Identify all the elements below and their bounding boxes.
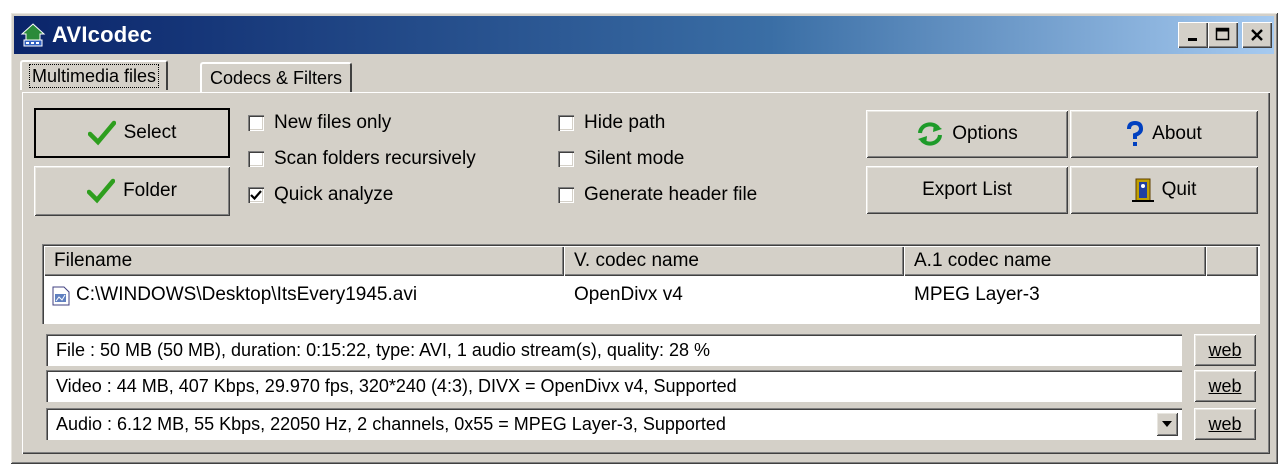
tab-label: Codecs & Filters [210, 68, 343, 88]
checkbox-label: Scan folders recursively [274, 148, 476, 169]
maximize-icon [1215, 27, 1230, 41]
audio-info-text: Audio : 6.12 MB, 55 Kbps, 22050 Hz, 2 ch… [56, 414, 726, 434]
video-web-button[interactable]: web [1194, 370, 1256, 402]
cell-acodec: MPEG Layer-3 [914, 284, 1040, 305]
checkbox-box[interactable] [558, 151, 574, 167]
audio-web-button[interactable]: web [1194, 408, 1256, 440]
app-window: AVIcodec Multimedia files Codecs & Filte… [10, 12, 1278, 464]
video-info-field: Video : 44 MB, 407 Kbps, 29.970 fps, 320… [46, 370, 1182, 402]
close-button[interactable] [1242, 22, 1272, 48]
file-list[interactable]: Filename V. codec name A.1 codec name C:… [42, 244, 1260, 324]
tab-label: Multimedia files [28, 64, 160, 88]
window-title: AVIcodec [52, 22, 153, 47]
quick-analyze-checkbox[interactable]: Quick analyze [248, 184, 393, 206]
refresh-icon [918, 122, 943, 146]
column-header-vcodec[interactable]: V. codec name [564, 246, 904, 276]
checkbox-label: New files only [274, 112, 392, 133]
dropdown-button[interactable] [1156, 412, 1178, 436]
title-bar[interactable]: AVIcodec [14, 16, 1274, 54]
folder-button[interactable]: Folder [34, 166, 230, 216]
exit-door-icon [1131, 178, 1154, 202]
export-list-button[interactable]: Export List [866, 166, 1068, 214]
checkbox-label: Silent mode [584, 148, 685, 169]
checkbox-box[interactable] [558, 115, 574, 131]
file-icon [52, 286, 70, 306]
hide-path-checkbox[interactable]: Hide path [558, 112, 665, 134]
column-header-filename[interactable]: Filename [44, 246, 564, 276]
audio-info-combo[interactable]: Audio : 6.12 MB, 55 Kbps, 22050 Hz, 2 ch… [46, 408, 1182, 440]
about-button[interactable]: About [1070, 110, 1258, 158]
web-label: web [1208, 413, 1242, 434]
checkmark-icon [87, 120, 116, 146]
cell-filename: C:\WINDOWS\Desktop\ItsEvery1945.avi [76, 284, 418, 305]
tab-codecs-filters[interactable]: Codecs & Filters [200, 62, 353, 92]
scan-recursive-checkbox[interactable]: Scan folders recursively [248, 148, 476, 170]
maximize-button[interactable] [1208, 22, 1238, 48]
checkbox-label: Generate header file [584, 184, 758, 205]
file-web-button[interactable]: web [1194, 334, 1256, 366]
checkbox-label: Hide path [584, 112, 666, 133]
silent-mode-checkbox[interactable]: Silent mode [558, 148, 684, 170]
file-info-field: File : 50 MB (50 MB), duration: 0:15:22,… [46, 334, 1182, 366]
web-label: web [1208, 339, 1242, 360]
select-button[interactable]: Select [34, 108, 230, 158]
web-label: web [1208, 375, 1242, 396]
checkbox-box[interactable] [248, 115, 264, 131]
column-header-empty [1206, 246, 1258, 276]
checkbox-box[interactable] [248, 187, 264, 203]
options-button[interactable]: Options [866, 110, 1068, 158]
dropdown-arrow-icon [1162, 421, 1172, 427]
cell-vcodec: OpenDivx v4 [574, 284, 683, 305]
options-label: Options [952, 123, 1018, 144]
checkbox-label: Quick analyze [274, 184, 394, 205]
minimize-button[interactable] [1178, 22, 1208, 48]
checkmark-icon [250, 190, 262, 201]
select-label: Select [123, 122, 177, 143]
checkmark-icon [87, 178, 116, 204]
export-label: Export List [922, 179, 1012, 200]
checkbox-box[interactable] [558, 187, 574, 203]
question-icon [1127, 121, 1144, 146]
column-header-acodec[interactable]: A.1 codec name [904, 246, 1206, 276]
tab-multimedia-files[interactable]: Multimedia files [20, 60, 169, 90]
minimize-icon [1188, 38, 1197, 41]
app-icon [20, 23, 46, 47]
folder-label: Folder [123, 180, 177, 201]
quit-button[interactable]: Quit [1070, 166, 1258, 214]
checkbox-box[interactable] [248, 151, 264, 167]
quit-label: Quit [1161, 179, 1197, 200]
about-label: About [1152, 123, 1202, 144]
generate-header-checkbox[interactable]: Generate header file [558, 184, 757, 206]
new-files-only-checkbox[interactable]: New files only [248, 112, 391, 134]
close-icon [1251, 29, 1263, 41]
